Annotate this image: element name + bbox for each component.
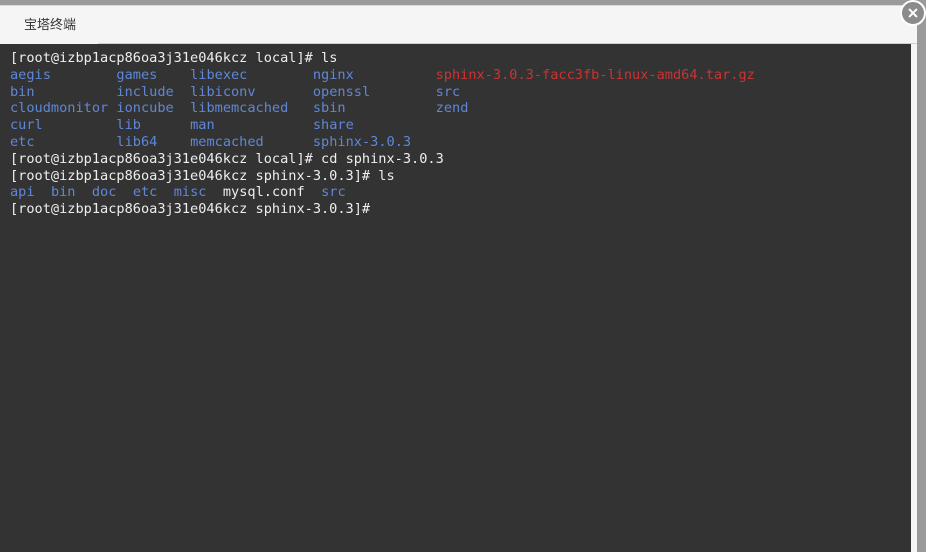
terminal-text-segment: src	[435, 83, 461, 100]
terminal-text-segment: ls	[312, 50, 338, 66]
terminal-text-segment: libmemcached	[190, 100, 289, 117]
close-button[interactable]	[900, 0, 926, 26]
terminal-text-segment: doc	[91, 184, 117, 201]
terminal-text-segment: curl	[10, 117, 43, 134]
terminal-text-segment: [root@izbp1acp86oa3j31e046kcz local]#	[10, 150, 313, 167]
tab-bar: 宝塔终端	[0, 5, 917, 44]
terminal-text-segment: api	[10, 184, 35, 201]
terminal-text-segment: [root@izbp1acp86oa3j31e046kcz sphinx-3.0…	[10, 167, 371, 184]
terminal-text-segment: cloudmonitor	[10, 100, 109, 117]
terminal-text-segment: sphinx-3.0.3-facc3fb-linux-amd64.tar.gz	[435, 66, 755, 83]
terminal-text-segment: memcached	[190, 133, 264, 150]
terminal-line: aegis games libexec nginx sphinx-3.0.3-f…	[10, 67, 911, 84]
terminal-text-segment: bin	[50, 184, 76, 201]
terminal-text-segment: libiconv	[190, 83, 256, 100]
terminal-line: [root@izbp1acp86oa3j31e046kcz local]# ls	[10, 50, 911, 67]
terminal-text-segment: ioncube	[116, 100, 174, 117]
terminal-text-segment: share	[312, 117, 354, 134]
terminal-text-segment: src	[321, 184, 346, 201]
terminal-text-segment: include	[116, 83, 174, 100]
terminal-text-buffer: [root@izbp1acp86oa3j31e046kcz local]# ls…	[10, 50, 911, 218]
terminal-line: api bin doc etc misc mysql.conf src	[10, 184, 911, 201]
terminal-line: [root@izbp1acp86oa3j31e046kcz local]# cd…	[10, 151, 911, 168]
terminal-text-segment: sbin	[312, 100, 346, 117]
terminal-text-segment: man	[190, 117, 215, 134]
terminal-output-pane[interactable]: [root@izbp1acp86oa3j31e046kcz local]# ls…	[0, 44, 911, 552]
tab-label: 宝塔终端	[24, 17, 77, 33]
terminal-line: cloudmonitor ioncube libmemcached sbin z…	[10, 100, 911, 117]
terminal-window-app: 宝塔终端 [root@izbp1acp86oa3j31e046kcz local…	[0, 0, 926, 552]
terminal-line: [root@izbp1acp86oa3j31e046kcz sphinx-3.0…	[10, 201, 911, 218]
terminal-text-segment: nginx	[312, 66, 354, 83]
terminal-text-segment: libexec	[190, 66, 248, 83]
terminal-text-segment: aegis	[10, 66, 51, 83]
terminal-line: etc lib64 memcached sphinx-3.0.3	[10, 134, 911, 151]
terminal-text-segment: games	[116, 66, 158, 83]
frame-right-edge	[911, 44, 917, 552]
terminal-text-segment: etc	[132, 184, 158, 201]
tab-terminal-session[interactable]: 宝塔终端	[0, 6, 99, 44]
terminal-line: curl lib man share	[10, 117, 911, 134]
terminal-text-segment: mysql.conf	[222, 184, 305, 201]
terminal-text-segment: lib	[116, 117, 141, 134]
terminal-text-segment: [root@izbp1acp86oa3j31e046kcz sphinx-3.0…	[10, 201, 371, 218]
terminal-text-segment: ls	[370, 167, 395, 184]
terminal-line: bin include libiconv openssl src	[10, 84, 911, 101]
terminal-text-segment: zend	[435, 100, 469, 117]
terminal-line: [root@izbp1acp86oa3j31e046kcz sphinx-3.0…	[10, 168, 911, 185]
terminal-text-segment: lib64	[116, 133, 158, 150]
terminal-text-segment: openssl	[312, 83, 371, 100]
terminal-text-segment: [root@izbp1acp86oa3j31e046kcz local]#	[10, 50, 313, 66]
terminal-text-segment: cd sphinx-3.0.3	[312, 150, 444, 167]
terminal-text-segment: etc	[10, 133, 35, 150]
terminal-text-segment: misc	[173, 184, 207, 201]
close-icon	[908, 8, 918, 18]
terminal-text-segment: sphinx-3.0.3	[312, 133, 412, 150]
terminal-text-segment: bin	[10, 83, 35, 100]
